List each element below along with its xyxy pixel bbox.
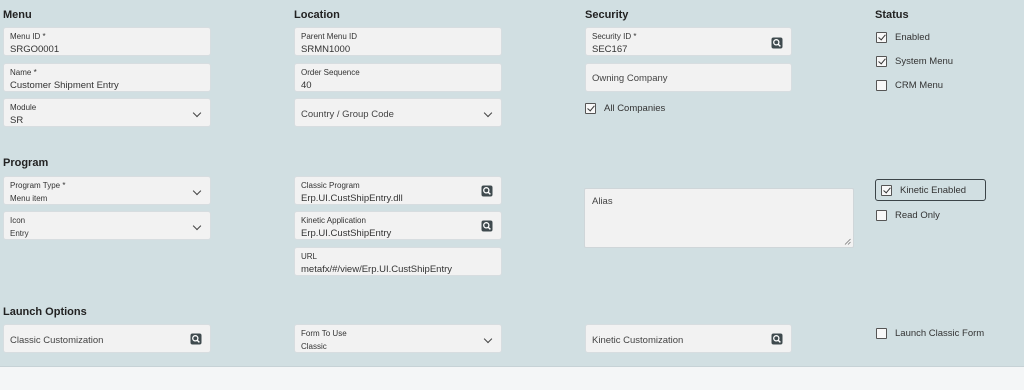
chevron-down-icon[interactable]: [192, 221, 202, 231]
chevron-down-icon[interactable]: [192, 108, 202, 118]
all-companies-label: All Companies: [604, 103, 666, 114]
url-label: URL: [301, 252, 318, 261]
country-group-code-placeholder: Country / Group Code: [301, 109, 394, 120]
classic-program-field[interactable]: Classic Program Erp.UI.CustShipEntry.dll: [294, 176, 502, 205]
name-label: Name *: [10, 68, 37, 77]
classic-program-label: Classic Program: [301, 181, 360, 190]
chevron-down-icon[interactable]: [483, 108, 493, 118]
enabled-checkbox[interactable]: [876, 32, 887, 43]
order-sequence-value: 40: [301, 80, 312, 91]
classic-customization-field[interactable]: Classic Customization: [3, 324, 211, 353]
kinetic-application-label: Kinetic Application: [301, 216, 366, 225]
country-group-code-select[interactable]: Country / Group Code: [294, 98, 502, 127]
launch-classic-form-label: Launch Classic Form: [895, 328, 985, 339]
launch-classic-form-checkbox-row[interactable]: Launch Classic Form: [876, 328, 984, 339]
search-icon[interactable]: [481, 220, 493, 232]
crm-menu-checkbox-row[interactable]: CRM Menu: [876, 80, 943, 91]
program-type-select[interactable]: Program Type * Menu item: [3, 176, 211, 205]
section-title-launch-options: Launch Options: [3, 306, 87, 318]
all-companies-checkbox-row[interactable]: All Companies: [585, 103, 665, 114]
alias-textarea[interactable]: Alias: [584, 188, 854, 248]
parent-menu-id-value: SRMN1000: [301, 44, 351, 55]
program-type-label: Program Type *: [10, 181, 66, 190]
search-icon[interactable]: [771, 333, 783, 345]
name-value: Customer Shipment Entry: [10, 80, 119, 91]
owning-company-field[interactable]: Owning Company: [585, 63, 792, 92]
search-icon[interactable]: [481, 185, 493, 197]
order-sequence-field[interactable]: Order Sequence 40: [294, 63, 502, 92]
kinetic-customization-placeholder: Kinetic Customization: [592, 335, 684, 346]
name-field[interactable]: Name * Customer Shipment Entry: [3, 63, 211, 92]
kinetic-application-value: Erp.UI.CustShipEntry: [301, 228, 392, 239]
classic-program-value: Erp.UI.CustShipEntry.dll: [301, 193, 403, 204]
chevron-down-icon[interactable]: [483, 334, 493, 344]
alias-placeholder: Alias: [592, 196, 613, 207]
form-to-use-select[interactable]: Form To Use Classic: [294, 324, 502, 353]
parent-menu-id-field[interactable]: Parent Menu ID SRMN1000: [294, 27, 502, 56]
panel-divider: [0, 366, 1024, 367]
search-icon[interactable]: [771, 37, 783, 49]
module-select[interactable]: Module SR: [3, 98, 211, 127]
resize-grip-icon[interactable]: [844, 238, 851, 245]
launch-classic-form-checkbox[interactable]: [876, 328, 887, 339]
classic-customization-placeholder: Classic Customization: [10, 335, 104, 346]
system-menu-checkbox[interactable]: [876, 56, 887, 67]
enabled-checkbox-row[interactable]: Enabled: [876, 32, 930, 43]
url-value: metafx/#/view/Erp.UI.CustShipEntry: [301, 264, 452, 275]
parent-menu-id-label: Parent Menu ID: [301, 32, 358, 41]
module-label: Module: [10, 103, 37, 112]
owning-company-placeholder: Owning Company: [592, 73, 668, 84]
kinetic-enabled-label: Kinetic Enabled: [900, 184, 967, 196]
read-only-label: Read Only: [895, 210, 940, 221]
read-only-checkbox[interactable]: [876, 210, 887, 221]
icon-value: Entry: [10, 229, 29, 238]
menu-id-label: Menu ID *: [10, 32, 46, 41]
kinetic-enabled-checkbox[interactable]: [881, 184, 892, 196]
system-menu-checkbox-row[interactable]: System Menu: [876, 56, 953, 67]
module-value: SR: [10, 115, 24, 126]
icon-label: Icon: [10, 216, 26, 225]
section-title-security: Security: [585, 9, 629, 21]
url-field[interactable]: URL metafx/#/view/Erp.UI.CustShipEntry: [294, 247, 502, 276]
chevron-down-icon[interactable]: [192, 186, 202, 196]
read-only-checkbox-row[interactable]: Read Only: [876, 210, 940, 221]
all-companies-checkbox[interactable]: [585, 103, 596, 114]
security-id-value: SEC167: [592, 44, 628, 55]
security-id-label: Security ID *: [592, 32, 637, 41]
kinetic-enabled-checkbox-row[interactable]: Kinetic Enabled: [875, 179, 986, 201]
form-to-use-value: Classic: [301, 342, 327, 351]
program-type-value: Menu item: [10, 194, 48, 203]
kinetic-customization-field[interactable]: Kinetic Customization: [585, 324, 792, 353]
section-title-menu: Menu: [3, 9, 32, 21]
icon-select[interactable]: Icon Entry: [3, 211, 211, 240]
kinetic-application-field[interactable]: Kinetic Application Erp.UI.CustShipEntry: [294, 211, 502, 240]
menu-id-value: SRGO0001: [10, 44, 60, 55]
search-icon[interactable]: [190, 333, 202, 345]
form-to-use-label: Form To Use: [301, 329, 347, 338]
crm-menu-checkbox[interactable]: [876, 80, 887, 91]
order-sequence-label: Order Sequence: [301, 68, 360, 77]
enabled-label: Enabled: [895, 32, 930, 43]
system-menu-label: System Menu: [895, 56, 954, 67]
security-id-field[interactable]: Security ID * SEC167: [585, 27, 792, 56]
section-title-status: Status: [875, 9, 909, 21]
menu-id-field[interactable]: Menu ID * SRGO0001: [3, 27, 211, 56]
crm-menu-label: CRM Menu: [895, 80, 944, 91]
section-title-location: Location: [294, 9, 340, 21]
section-title-program: Program: [3, 157, 49, 169]
